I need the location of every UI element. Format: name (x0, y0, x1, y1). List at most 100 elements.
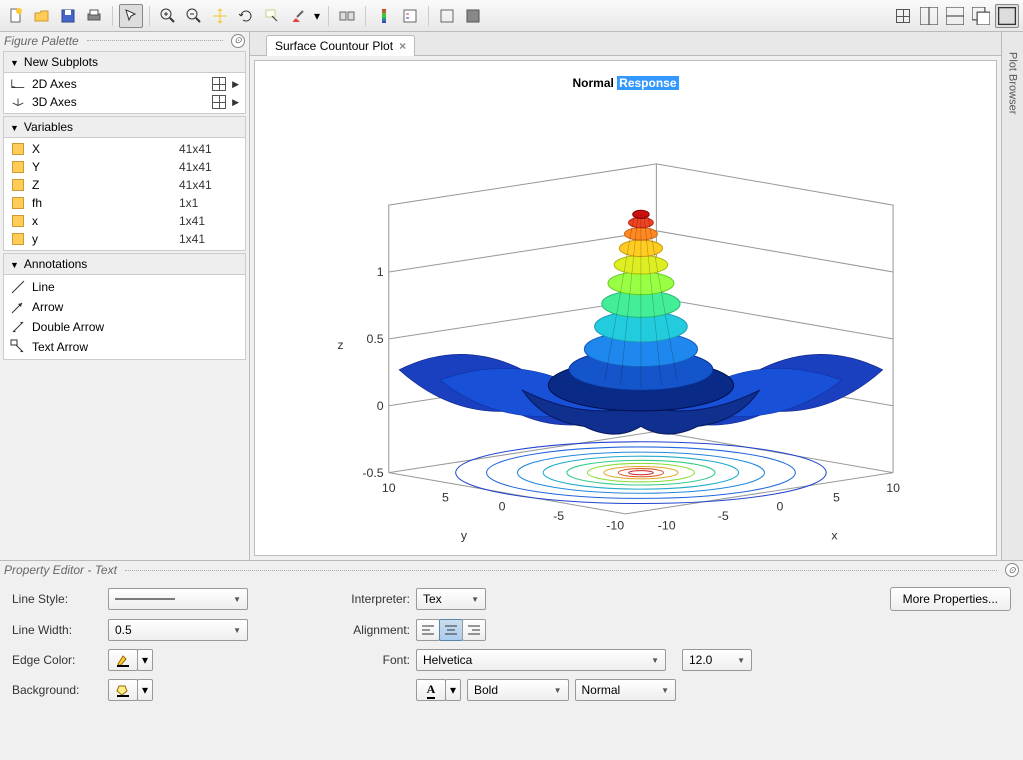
svg-text:y: y (461, 529, 468, 543)
data-cursor-button[interactable] (260, 4, 284, 28)
plot-browser-label: Plot Browser (1007, 52, 1019, 114)
variable-row[interactable]: Z41x41 (4, 176, 245, 194)
svg-text:-5: -5 (718, 509, 729, 523)
interpreter-dropdown[interactable]: Tex (416, 588, 486, 610)
font-angle-dropdown[interactable]: Normal (575, 679, 677, 701)
main-toolbar: ▾ (0, 0, 1023, 32)
layout-4-button[interactable] (969, 4, 993, 28)
variable-icon (12, 215, 24, 227)
background-color-button[interactable] (108, 679, 138, 701)
variable-icon (12, 179, 24, 191)
layout-1-button[interactable] (891, 4, 915, 28)
axes3d-icon (10, 95, 26, 109)
panel-menu-icon[interactable]: ⊙ (1005, 563, 1019, 577)
variable-row[interactable]: fh1x1 (4, 194, 245, 212)
svg-text:5: 5 (833, 490, 840, 504)
undock-button[interactable] (461, 4, 485, 28)
line-width-dropdown[interactable]: 0.5 (108, 619, 248, 641)
dock-button[interactable] (435, 4, 459, 28)
close-tab-icon[interactable]: × (399, 39, 406, 53)
zoom-in-button[interactable] (156, 4, 180, 28)
variable-icon (12, 161, 24, 173)
line-width-label: Line Width: (12, 623, 102, 637)
arrow-icon (10, 299, 26, 315)
annotation-line[interactable]: Line (4, 277, 245, 297)
align-left-button[interactable] (416, 619, 440, 641)
pan-button[interactable] (208, 4, 232, 28)
variables-header[interactable]: Variables (3, 116, 246, 138)
svg-text:-10: -10 (658, 518, 676, 532)
chevron-right-icon[interactable]: ▶ (232, 79, 239, 90)
figure-palette-header[interactable]: Figure Palette ⊙ (0, 32, 249, 49)
font-dropdown[interactable]: Helvetica (416, 649, 666, 671)
plot-browser-panel[interactable]: Plot Browser (1001, 32, 1023, 560)
align-center-button[interactable] (439, 619, 463, 641)
subplot-2d-axes[interactable]: 2D Axes ▶ (4, 75, 245, 93)
zoom-out-button[interactable] (182, 4, 206, 28)
new-subplots-header[interactable]: New Subplots (3, 51, 246, 73)
colorbar-button[interactable] (372, 4, 396, 28)
variable-icon (12, 143, 24, 155)
save-button[interactable] (56, 4, 80, 28)
figure-tabs: Surface Countour Plot × (250, 32, 1001, 56)
svg-text:z: z (337, 338, 343, 352)
plot-area[interactable]: Normal Response (254, 60, 997, 556)
layout-2-button[interactable] (917, 4, 941, 28)
annotation-text-arrow[interactable]: Text Arrow (4, 337, 245, 357)
line-style-dropdown[interactable] (108, 588, 248, 610)
font-color-button[interactable]: A (416, 679, 446, 701)
font-weight-dropdown[interactable]: Bold (467, 679, 569, 701)
svg-text:1: 1 (377, 265, 384, 279)
align-right-button[interactable] (462, 619, 486, 641)
edge-color-button[interactable] (108, 649, 138, 671)
line-style-label: Line Style: (12, 592, 102, 606)
subplot-3d-axes[interactable]: 3D Axes ▶ (4, 93, 245, 111)
variable-icon (12, 197, 24, 209)
svg-text:10: 10 (886, 481, 900, 495)
edge-color-dropdown[interactable]: ▾ (137, 649, 153, 671)
print-button[interactable] (82, 4, 106, 28)
annotation-arrow[interactable]: Arrow (4, 297, 245, 317)
variables-list: X41x41 Y41x41 Z41x41 fh1x1 x1x41 y1x41 (3, 138, 246, 251)
select-button[interactable] (119, 4, 143, 28)
svg-text:5: 5 (442, 490, 449, 504)
link-button[interactable] (335, 4, 359, 28)
text-arrow-icon (10, 339, 26, 355)
variable-icon (12, 233, 24, 245)
variable-row[interactable]: Y41x41 (4, 158, 245, 176)
figure-palette-title: Figure Palette (4, 34, 79, 48)
annotations-header[interactable]: Annotations (3, 253, 246, 275)
more-properties-button[interactable]: More Properties... (890, 587, 1011, 611)
svg-text:0: 0 (776, 500, 783, 514)
double-arrow-icon (10, 319, 26, 335)
plot-title[interactable]: Normal Response (572, 71, 678, 92)
variable-row[interactable]: y1x41 (4, 230, 245, 248)
rotate-button[interactable] (234, 4, 258, 28)
open-button[interactable] (30, 4, 54, 28)
svg-text:-0.5: -0.5 (362, 466, 383, 480)
new-file-button[interactable] (4, 4, 28, 28)
property-editor-header[interactable]: Property Editor - Text ⊙ (0, 561, 1023, 579)
chevron-right-icon[interactable]: ▶ (232, 97, 239, 108)
figure-tab[interactable]: Surface Countour Plot × (266, 35, 415, 56)
svg-text:x: x (831, 529, 838, 543)
brush-dropdown[interactable]: ▾ (312, 4, 322, 28)
svg-text:-10: -10 (606, 518, 624, 532)
grid-icon[interactable] (212, 77, 226, 91)
font-color-dropdown[interactable]: ▾ (445, 679, 461, 701)
annotation-double-arrow[interactable]: Double Arrow (4, 317, 245, 337)
variable-row[interactable]: x1x41 (4, 212, 245, 230)
layout-3-button[interactable] (943, 4, 967, 28)
brush-button[interactable] (286, 4, 310, 28)
grid-icon[interactable] (212, 95, 226, 109)
svg-text:0: 0 (377, 399, 384, 413)
panel-menu-icon[interactable]: ⊙ (231, 34, 245, 48)
font-size-dropdown[interactable]: 12.0 (682, 649, 752, 671)
legend-button[interactable] (398, 4, 422, 28)
edge-color-label: Edge Color: (12, 653, 102, 667)
variable-row[interactable]: X41x41 (4, 140, 245, 158)
svg-text:0.5: 0.5 (366, 332, 383, 346)
figure-palette-panel: Figure Palette ⊙ New Subplots 2D Axes ▶ … (0, 32, 250, 560)
background-color-dropdown[interactable]: ▾ (137, 679, 153, 701)
layout-5-button[interactable] (995, 4, 1019, 28)
